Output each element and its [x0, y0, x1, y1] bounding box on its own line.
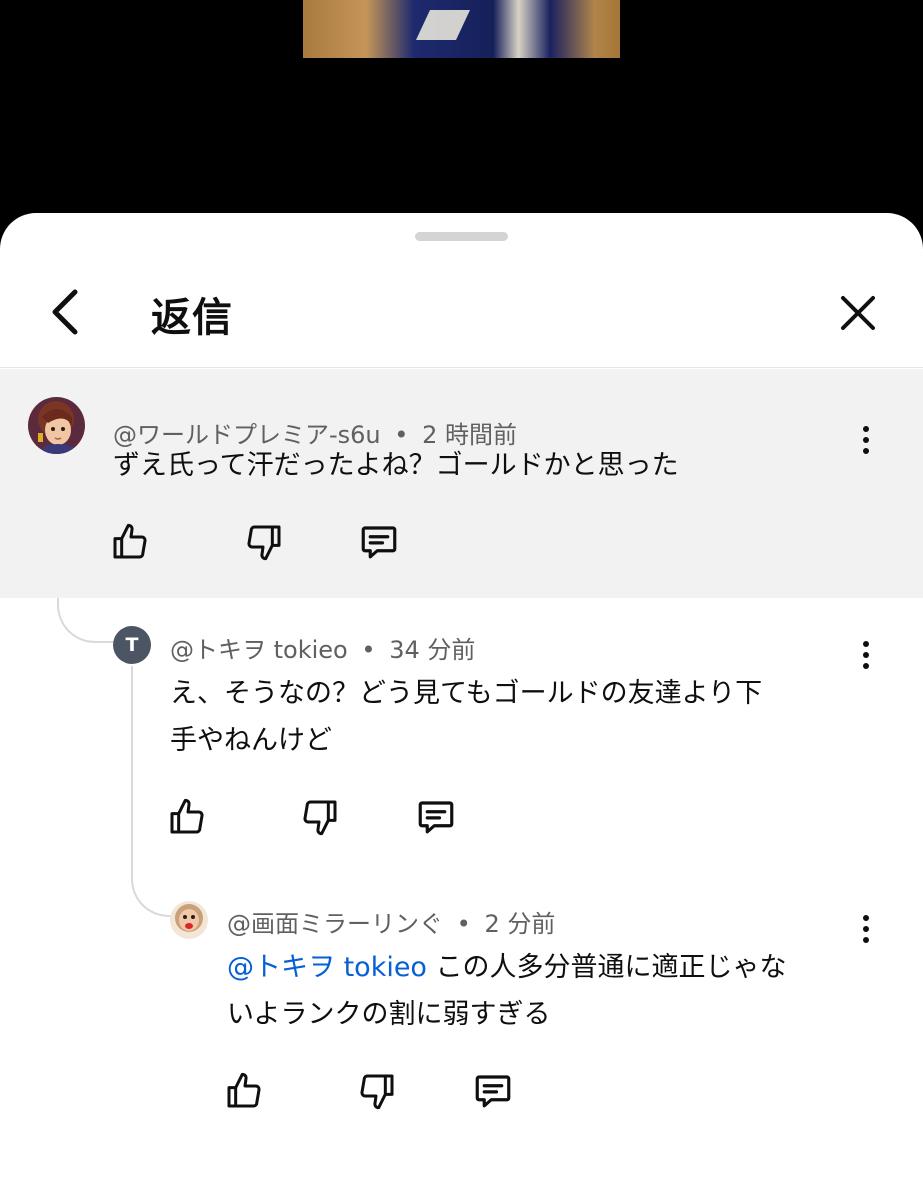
- comment-text: え、そうなの？どう見てもゴールドの友達より下 手やねんけど: [170, 670, 860, 764]
- avatar-initial: T: [125, 634, 139, 656]
- more-options-button[interactable]: [854, 420, 878, 460]
- thumbs-up-icon: [113, 523, 147, 559]
- more-options-button[interactable]: [854, 909, 878, 949]
- thumbs-up-icon: [227, 1072, 261, 1108]
- avatar[interactable]: [28, 397, 85, 454]
- highlighted-comment: @ワールドプレミア-s6u • 2 時間前 ずえ氏って汗だったよね？ゴールドかと…: [0, 369, 923, 598]
- dislike-button[interactable]: [355, 1069, 399, 1113]
- comment-text: ずえ氏って汗だったよね？ゴールドかと思った: [113, 450, 679, 481]
- comment-icon: [418, 801, 454, 834]
- comment-text: @トキヲ tokieo この人多分普通に適正じゃな いよランクの割に弱すぎる: [227, 944, 862, 1038]
- replies-header: 返信: [0, 273, 923, 368]
- thumbs-down-icon: [360, 1074, 394, 1110]
- meta-separator: •: [361, 636, 376, 664]
- thumbs-down-icon: [247, 525, 281, 561]
- close-button[interactable]: [832, 287, 884, 339]
- comment-meta: @トキヲ tokieo • 34 分前: [170, 630, 475, 665]
- reply-button[interactable]: [471, 1069, 515, 1113]
- video-player-thumbnail[interactable]: [303, 0, 620, 58]
- comment-text-line: え、そうなの？どう見てもゴールドの友達より下: [170, 678, 763, 709]
- mention-link[interactable]: @トキヲ tokieo: [227, 952, 427, 983]
- back-button[interactable]: [40, 287, 90, 337]
- comment-text-line: @トキヲ tokieo この人多分普通に適正じゃな: [227, 944, 862, 991]
- page-title: 返信: [151, 295, 233, 341]
- more-options-button[interactable]: [854, 635, 878, 675]
- dislike-button[interactable]: [242, 520, 286, 564]
- comment-text-segment: この人多分普通に適正じゃな: [435, 952, 787, 983]
- thumbs-up-icon: [170, 798, 204, 834]
- reply-button[interactable]: [357, 520, 401, 564]
- thread-line: [131, 666, 171, 917]
- reply-button[interactable]: [414, 795, 458, 839]
- thumbs-down-icon: [303, 800, 337, 836]
- comment-time: 34 分前: [389, 636, 476, 664]
- comment-text-line: 手やねんけど: [170, 725, 332, 756]
- comment-icon: [361, 526, 397, 559]
- drag-handle[interactable]: [415, 232, 508, 241]
- comment-author[interactable]: @トキヲ tokieo: [170, 636, 348, 664]
- like-button[interactable]: [165, 795, 209, 839]
- meta-separator: •: [456, 910, 471, 938]
- replies-sheet: 返信 @ワールドプレミア-s6u • 2 時間前 ずえ氏って汗だったよね？ゴール…: [0, 213, 923, 1200]
- comment-meta: @画面ミラーリンぐ • 2 分前: [227, 904, 555, 939]
- comment-time: 2 分前: [484, 910, 556, 938]
- like-button[interactable]: [222, 1069, 266, 1113]
- avatar[interactable]: T: [113, 626, 151, 664]
- avatar[interactable]: [170, 901, 208, 939]
- close-icon: [841, 296, 875, 330]
- like-button[interactable]: [108, 520, 152, 564]
- dislike-button[interactable]: [298, 795, 342, 839]
- comment-author[interactable]: @画面ミラーリンぐ: [227, 910, 443, 938]
- chevron-left-icon: [52, 289, 78, 335]
- comment-text-line: いよランクの割に弱すぎる: [227, 999, 551, 1030]
- comment-icon: [475, 1075, 511, 1108]
